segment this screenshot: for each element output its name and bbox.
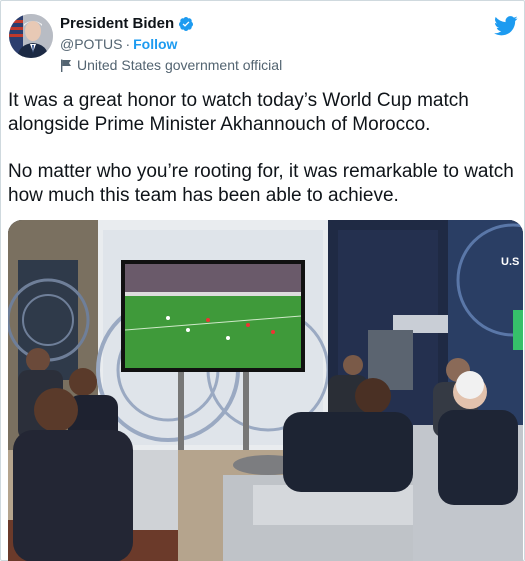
tweet-photo[interactable]: U.S LEA <box>8 220 523 561</box>
separator-dot: · <box>125 36 131 52</box>
verified-badge-icon <box>179 16 194 31</box>
tweet-text-paragraph-1: It was a great honor to watch today’s Wo… <box>8 90 469 135</box>
photo-scene: U.S LEA <box>8 220 523 561</box>
government-label[interactable]: United States government official <box>60 57 282 73</box>
flag-icon <box>61 59 71 72</box>
author-handle[interactable]: @POTUS <box>60 36 122 52</box>
avatar[interactable] <box>9 14 53 58</box>
handle-row: @POTUS · Follow <box>60 36 177 52</box>
author-row: President Biden <box>60 15 194 32</box>
follow-button[interactable]: Follow <box>133 36 177 52</box>
twitter-bird-icon[interactable] <box>494 16 518 36</box>
banner-text: U.S LEA <box>501 256 523 268</box>
author-name[interactable]: President Biden <box>60 15 174 32</box>
government-label-text: United States government official <box>77 57 283 73</box>
avatar-image <box>9 14 53 58</box>
tweet-text-paragraph-2: No matter who you’re rooting for, it was… <box>8 161 514 206</box>
tweet-card: President Biden @POTUS · Follow United S… <box>0 0 525 561</box>
